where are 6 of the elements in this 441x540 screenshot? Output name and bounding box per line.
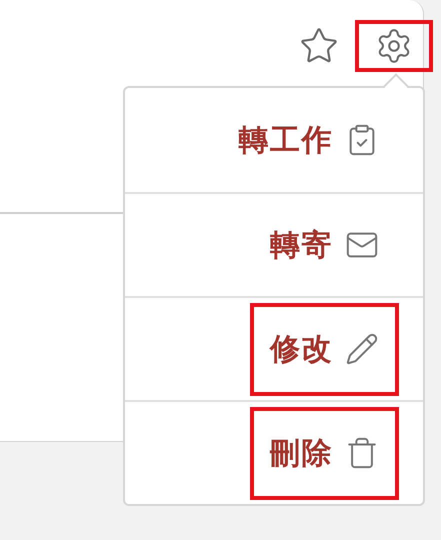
menu-item[interactable]: 刪除: [250, 406, 399, 500]
settings-button[interactable]: [355, 20, 433, 72]
menu-item[interactable]: 轉工作: [218, 94, 399, 186]
pencil-icon: [345, 332, 379, 366]
menu-item[interactable]: 修改: [250, 302, 399, 396]
menu-item[interactable]: 轉寄: [250, 198, 399, 292]
